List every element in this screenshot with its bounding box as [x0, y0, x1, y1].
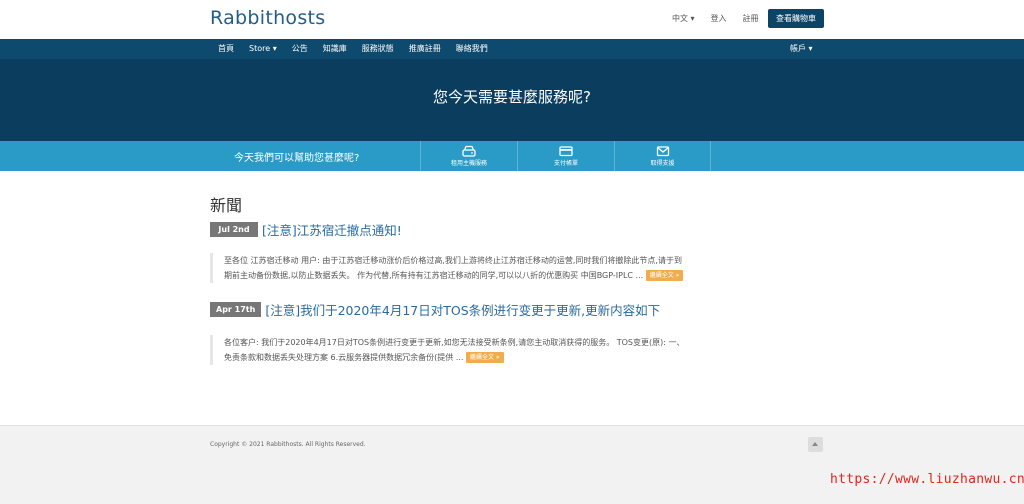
- news-item-title[interactable]: [注意]江苏宿迁撤点通知!: [262, 220, 402, 239]
- watermark-text: https://www.liuzhanwu.cn: [830, 472, 1024, 487]
- excerpt-line: 至各位 江苏宿迁移动 用户: 由于江苏宿迁移动涨价后价格过高,我们上游将终止江苏…: [224, 256, 682, 265]
- hero-banner: 您今天需要甚麼服務呢?: [0, 59, 1024, 141]
- nav-item-server-status[interactable]: 服務狀態: [362, 39, 394, 59]
- nav-item-home[interactable]: 首頁: [218, 39, 234, 59]
- back-to-top-button[interactable]: [808, 437, 823, 452]
- news-item-header: Jul 2nd [注意]江苏宿迁撤点通知!: [210, 220, 402, 239]
- nav-item-knowledgebase[interactable]: 知識庫: [323, 39, 347, 59]
- news-item-title[interactable]: [注意]我们于2020年4月17日对TOS条例进行变更于更新,更新内容如下: [265, 300, 660, 319]
- register-link[interactable]: 註冊: [743, 13, 759, 24]
- nav-item-announcements[interactable]: 公告: [292, 39, 308, 59]
- pay-invoice-label: 支付帳單: [553, 160, 578, 167]
- news-item-excerpt: 至各位 江苏宿迁移动 用户: 由于江苏宿迁移动涨价后价格过高,我们上游将终止江苏…: [210, 253, 816, 283]
- excerpt-line: 期前主动备份数据,以防止数据丢失。 作为代替,所有持有江苏宿迁移动的同学,可以以…: [224, 268, 816, 283]
- excerpt-line: 免责条款和数据丢失处理方案 6.云服务器提供数据冗余备份(提供 ... 繼續全文…: [224, 350, 816, 365]
- language-selector[interactable]: 中文 ▾: [672, 13, 695, 24]
- nav-items: 首頁 Store ▾ 公告 知識庫 服務狀態 推廣註冊 聯絡我們: [218, 39, 488, 59]
- date-badge: Apr 17th: [210, 302, 262, 317]
- top-links: 中文 ▾ 登入 註冊: [672, 13, 759, 24]
- view-cart-button[interactable]: 查看購物車: [768, 9, 824, 28]
- excerpt-line: 各位客户: 我们于2020年4月17日对TOS条例进行变更于更新,如您无法接受新…: [224, 338, 685, 347]
- nav-item-contact[interactable]: 聯絡我們: [456, 39, 488, 59]
- nav-item-affiliates[interactable]: 推廣註冊: [409, 39, 441, 59]
- hero-title: 您今天需要甚麼服務呢?: [433, 88, 591, 106]
- help-bar: 今天我們可以幫助您甚麼呢? 租用主機服務 支付帳單 取得支援: [0, 141, 1024, 171]
- date-badge: Jul 2nd: [210, 222, 258, 237]
- help-prompt: 今天我們可以幫助您甚麼呢?: [234, 153, 360, 164]
- read-more-button[interactable]: 繼續全文 »: [466, 352, 504, 363]
- news-heading: 新聞: [210, 196, 243, 215]
- credit-card-icon: [559, 146, 573, 157]
- news-item-excerpt: 各位客户: 我们于2020年4月17日对TOS条例进行变更于更新,如您无法接受新…: [210, 335, 816, 365]
- pay-invoice-link[interactable]: 支付帳單: [517, 141, 614, 171]
- envelope-icon: [656, 146, 669, 157]
- get-support-label: 取得支援: [650, 160, 675, 167]
- order-hosting-link[interactable]: 租用主機服務: [420, 141, 517, 171]
- nav-item-store[interactable]: Store ▾: [249, 39, 277, 59]
- get-support-link[interactable]: 取得支援: [614, 141, 711, 171]
- excerpt-text: 免责条款和数据丢失处理方案 6.云服务器提供数据冗余备份(提供 ...: [224, 353, 464, 362]
- read-more-button[interactable]: 繼續全文 »: [645, 270, 684, 281]
- server-icon: [462, 145, 476, 157]
- site-logo[interactable]: Rabbithosts: [210, 7, 326, 29]
- footer: Copyright © 2021 Rabbithosts. All Rights…: [0, 425, 1024, 504]
- news-section: 新聞 Jul 2nd [注意]江苏宿迁撤点通知! 至各位 江苏宿迁移动 用户: …: [0, 171, 1024, 425]
- order-hosting-label: 租用主機服務: [450, 160, 487, 167]
- news-item-header: Apr 17th [注意]我们于2020年4月17日对TOS条例进行变更于更新,…: [210, 300, 660, 319]
- login-link[interactable]: 登入: [711, 13, 727, 24]
- main-nav: 首頁 Store ▾ 公告 知識庫 服務狀態 推廣註冊 聯絡我們 帳戶 ▾: [0, 39, 1024, 59]
- excerpt-text: 期前主动备份数据,以防止数据丢失。 作为代替,所有持有江苏宿迁移动的同学,可以以…: [224, 271, 644, 280]
- top-header: Rabbithosts 中文 ▾ 登入 註冊 查看購物車: [0, 0, 1024, 39]
- nav-account-menu[interactable]: 帳戶 ▾: [790, 39, 813, 59]
- copyright-text: Copyright © 2021 Rabbithosts. All Rights…: [210, 441, 366, 448]
